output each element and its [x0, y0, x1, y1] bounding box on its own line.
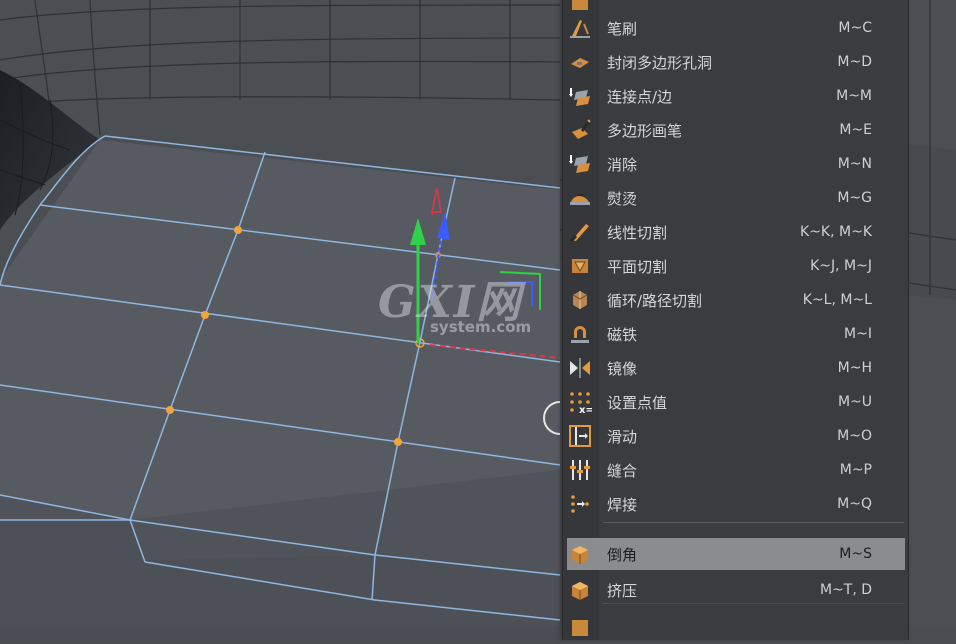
menu-item-shortcut: M~U	[837, 394, 872, 410]
menu-item-label: 焊接	[607, 495, 638, 514]
menu-item-magnet[interactable]: 磁铁 M~I	[567, 318, 905, 350]
menu-item-bevel[interactable]: 倒角 M~S	[567, 538, 905, 570]
menu-item-label: 镜像	[607, 359, 638, 378]
menu-item-iron[interactable]: 熨烫 M~G	[567, 182, 905, 214]
extrude-icon	[567, 577, 593, 603]
menu-separator	[603, 522, 904, 523]
svg-text:x=: x=	[579, 405, 592, 414]
menu-item-label: 缝合	[607, 461, 638, 480]
stitch-icon	[567, 457, 593, 483]
bevel-icon	[567, 541, 593, 567]
brush-icon	[567, 15, 593, 41]
menu-item-set-point-value[interactable]: x= 设置点值 M~U	[567, 386, 905, 418]
menu-item-label: 滑动	[607, 427, 638, 446]
menu-item-extrude[interactable]: 挤压 M~T, D	[567, 574, 905, 606]
menu-item-close-polygon-hole[interactable]: 封闭多边形孔洞 M~D	[567, 46, 905, 78]
menu-item-knife-line[interactable]: 线性切割 K~K, M~K	[567, 216, 905, 248]
menu-item-slide[interactable]: 滑动 M~O	[567, 420, 905, 452]
menu-item-shortcut: M~P	[839, 462, 872, 478]
menu-item-shortcut: M~I	[844, 326, 872, 342]
partial-icon	[567, 615, 593, 641]
menu-item-brush[interactable]: 笔刷 M~C	[567, 12, 905, 44]
menu-item-loop-path-cut[interactable]: 循环/路径切割 K~L, M~L	[567, 284, 905, 316]
menu-item-shortcut: M~S	[839, 546, 872, 562]
menu-item-label: 倒角	[607, 545, 638, 564]
menu-item-stitch[interactable]: 缝合 M~P	[567, 454, 905, 486]
menu-item-label: 线性切割	[607, 223, 668, 242]
weld-icon	[567, 491, 593, 517]
menu-item-weld[interactable]: 焊接 M~Q	[567, 488, 905, 520]
iron-icon	[567, 185, 593, 211]
menu-item-mirror[interactable]: 镜像 M~H	[567, 352, 905, 384]
mirror-icon	[567, 355, 593, 381]
menu-item-shortcut: M~O	[837, 428, 872, 444]
menu-item-shortcut: M~C	[838, 20, 872, 36]
menu-item-shortcut: K~L, M~L	[802, 292, 872, 308]
menu-item-dissolve[interactable]: 消除 M~N	[567, 148, 905, 180]
menu-item-label: 平面切割	[607, 257, 668, 276]
menu-item-label: 多边形画笔	[607, 121, 683, 140]
menu-item-shortcut: M~N	[837, 156, 872, 172]
menu-item-shortcut: M~G	[837, 190, 872, 206]
menu-item-shortcut: K~J, M~J	[810, 258, 872, 274]
menu-item-shortcut: K~K, M~K	[800, 224, 872, 240]
connect-points-icon	[567, 83, 593, 109]
mesh-tools-context-menu: 笔刷 M~C 封闭多边形孔洞 M~D 连接点/边 M~M 多边形画笔 M~E 消…	[562, 0, 909, 640]
menu-item-label: 熨烫	[607, 189, 638, 208]
menu-item-shortcut: M~D	[837, 54, 872, 70]
menu-item-polygon-pen[interactable]: 多边形画笔 M~E	[567, 114, 905, 146]
menu-item-shortcut: M~M	[836, 88, 872, 104]
menu-item-label: 设置点值	[607, 393, 668, 412]
menu-item-label: 笔刷	[607, 19, 638, 38]
menu-item-plane-cut[interactable]: 平面切割 K~J, M~J	[567, 250, 905, 282]
slide-icon	[567, 423, 593, 449]
plane-cut-icon	[567, 253, 593, 279]
menu-item-label: 连接点/边	[607, 87, 673, 106]
menu-item-partial-bottom[interactable]	[567, 612, 905, 644]
watermark-site: system.com	[430, 318, 532, 336]
menu-item-connect-points-edges[interactable]: 连接点/边 M~M	[567, 80, 905, 112]
menu-separator	[603, 603, 904, 604]
polygon-pen-icon	[567, 117, 593, 143]
watermark: GXI网 system.com	[378, 272, 548, 352]
magnet-icon	[567, 321, 593, 347]
menu-item-label: 磁铁	[607, 325, 638, 344]
dissolve-icon	[567, 151, 593, 177]
close-hole-icon	[567, 49, 593, 75]
menu-item-shortcut: M~T, D	[819, 582, 872, 598]
set-point-value-icon: x=	[567, 389, 593, 415]
menu-item-label: 循环/路径切割	[607, 291, 703, 310]
menu-item-label: 消除	[607, 155, 638, 174]
menu-item-label: 封闭多边形孔洞	[607, 53, 713, 72]
loop-cut-icon	[567, 287, 593, 313]
menu-item-shortcut: M~Q	[837, 496, 872, 512]
menu-item-label: 挤压	[607, 581, 638, 600]
menu-item-shortcut: M~H	[837, 360, 872, 376]
menu-item-shortcut: M~E	[839, 122, 872, 138]
knife-icon	[567, 219, 593, 245]
